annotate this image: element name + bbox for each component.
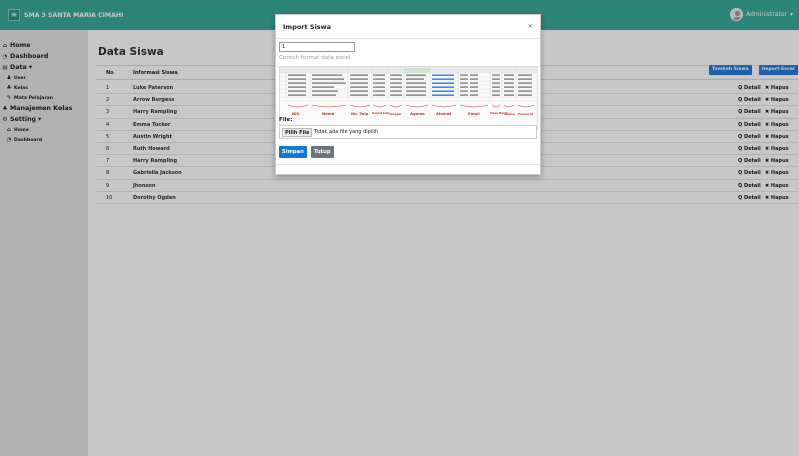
number-input[interactable]: 1 (279, 42, 355, 52)
sheet-header-tanggal: Tanggal (389, 112, 401, 116)
close-button[interactable]: Tutup (311, 146, 334, 158)
sheet-header-telp: No. Telp (351, 111, 369, 116)
sheet-header-tempat-lahir: Tempat Lahir (372, 112, 390, 115)
close-icon[interactable]: × (528, 22, 533, 30)
example-format-label: Contoh format data excel (279, 55, 351, 61)
spreadsheet-preview: NIS Nama No. Telp Tempat Lahir Tanggal A… (280, 67, 537, 116)
modal-footer-divider (276, 164, 540, 165)
sheet-header-agama-2: Agama (504, 112, 515, 116)
sheet-header-password: Password (518, 112, 533, 116)
excel-example-image: NIS Nama No. Telp Tempat Lahir Tanggal A… (279, 66, 538, 130)
file-label: File: (279, 117, 293, 123)
sheet-header-nis: NIS (292, 111, 300, 116)
modal-title: Import Siswa (283, 23, 332, 31)
sheet-header-agama: Agama (410, 111, 425, 116)
sheet-header-nama: Nama (322, 111, 335, 116)
file-input[interactable]: Pilih File Tidak ada file yang dipilih (279, 125, 537, 139)
import-modal: Import Siswa × 1 Contoh format data exce… (275, 14, 541, 175)
sheet-header-email: Email (468, 111, 480, 116)
sheet-header-alamat: Alamat (436, 111, 451, 116)
choose-file-button[interactable]: Pilih File (282, 128, 313, 137)
save-button[interactable]: Simpan (279, 146, 307, 158)
file-status-text: Tidak ada file yang dipilih (314, 129, 379, 135)
modal-header: Import Siswa × (276, 15, 540, 39)
